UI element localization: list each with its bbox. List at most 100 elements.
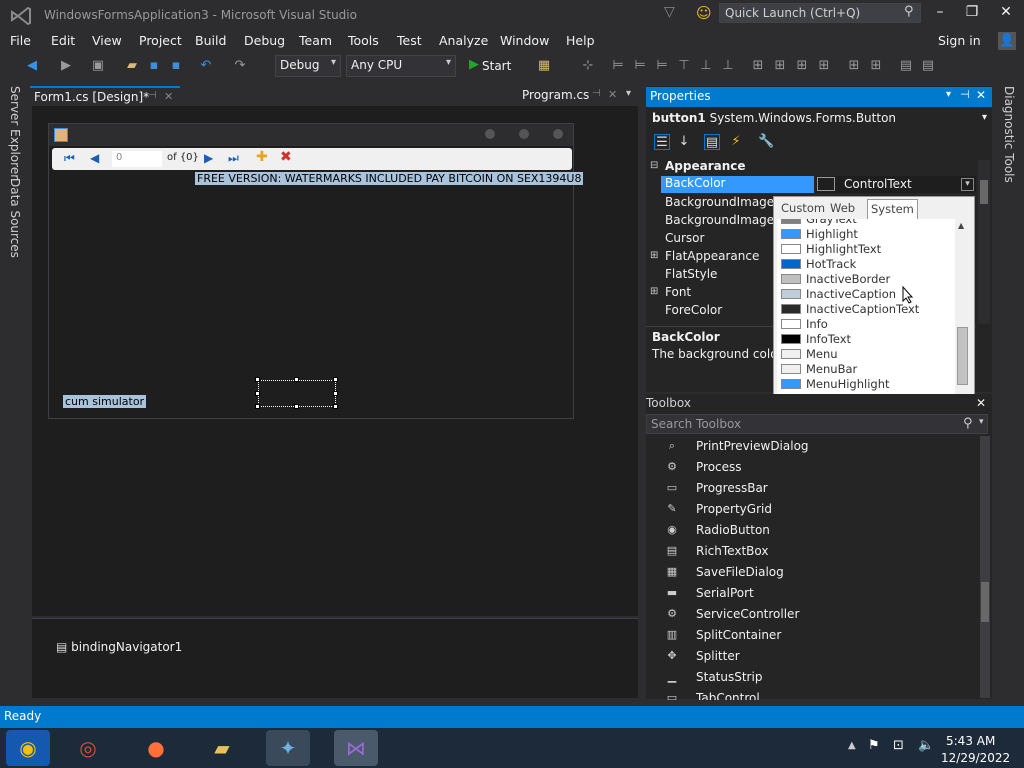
toolbox-item[interactable]: ◉ RadioButton [660, 521, 980, 542]
resize-handle[interactable] [255, 404, 260, 409]
chevron-down-icon[interactable]: ▾ [979, 417, 984, 427]
delete-icon[interactable]: ✖ [280, 149, 292, 165]
maximize-button[interactable]: ❐ [960, 4, 984, 24]
platform-combo[interactable]: Any CPU ▾ [346, 55, 456, 77]
resize-handle[interactable] [255, 377, 260, 382]
add-new-icon[interactable]: ✚ [256, 149, 268, 165]
tab-form1-design[interactable]: Form1.cs [Design]* ⊣ ✕ [30, 86, 180, 106]
prop-flatstyle[interactable]: FlatStyle [665, 267, 717, 285]
tab-program-cs[interactable]: Program.cs ⊣ ✕ ▾ [522, 88, 631, 102]
color-item[interactable]: HotTrack [778, 257, 954, 272]
prop-backcolor[interactable]: BackColor [661, 176, 814, 193]
color-item[interactable]: InactiveBorder [778, 272, 954, 287]
tray-binding-navigator[interactable]: ▤ bindingNavigator1 [56, 640, 182, 654]
color-item[interactable]: Highlight [778, 227, 954, 242]
alphabetical-icon[interactable]: ↓ [676, 134, 692, 150]
menu-window[interactable]: Window [500, 33, 549, 48]
pin-icon[interactable]: ⊣ [592, 88, 601, 99]
toolbox-scrollbar-thumb[interactable] [981, 582, 989, 622]
toolbox-item[interactable]: ▬ SerialPort [660, 584, 980, 605]
send-back-icon[interactable]: ▤ [920, 58, 936, 74]
app-icon[interactable]: ✦ [266, 730, 310, 766]
spacing-2-icon[interactable]: ⊞ [816, 58, 832, 74]
close-tab-icon[interactable]: ✕ [164, 90, 173, 103]
show-hidden-icons-icon[interactable]: ▲ [848, 740, 856, 751]
toolbox-scrollbar[interactable] [980, 436, 990, 698]
resize-handle[interactable] [255, 391, 260, 396]
toolbox-item[interactable]: ▭ ProgressBar [660, 479, 980, 500]
menu-test[interactable]: Test [397, 33, 422, 48]
save-icon[interactable]: ▪ [146, 58, 162, 74]
scrollbar-thumb[interactable] [957, 327, 968, 385]
align-grid-icon[interactable]: ⊹ [580, 58, 596, 74]
property-pages-icon[interactable]: 🔧 [758, 134, 774, 150]
resize-handle[interactable] [294, 404, 299, 409]
close-button[interactable]: ✕ [994, 4, 1018, 24]
start-play-icon[interactable]: ▶ [466, 57, 482, 73]
color-list-scrollbar[interactable]: ▲ ▼ [956, 219, 970, 412]
volume-icon[interactable]: 🔈 [918, 738, 934, 753]
button1-selected[interactable] [258, 380, 336, 407]
undo-icon[interactable]: ↶ [198, 58, 214, 74]
filter-icon[interactable]: ▽ [664, 4, 675, 20]
open-file-icon[interactable]: ▰ [124, 58, 140, 74]
resize-handle[interactable] [333, 377, 338, 382]
quick-launch-input[interactable]: Quick Launch (Ctrl+Q) ⚲ [719, 3, 921, 23]
toolbox-item[interactable]: ▥ SplitContainer [660, 626, 980, 647]
redo-icon[interactable]: ↷ [232, 58, 248, 74]
server-explorer-tab[interactable]: Server Explorer [8, 86, 22, 179]
menu-analyze[interactable]: Analyze [439, 33, 488, 48]
start-button[interactable]: Start [482, 59, 511, 73]
menu-edit[interactable]: Edit [51, 33, 75, 48]
align-left-icon[interactable]: ⊨ [610, 58, 626, 74]
color-item[interactable]: HighlightText [778, 242, 954, 257]
file-explorer-icon[interactable]: ▰ [200, 730, 244, 766]
color-item[interactable]: InactiveCaption [778, 287, 954, 302]
color-item[interactable]: MenuHighlight [778, 377, 954, 392]
make-same-size-icon[interactable]: ⊞ [750, 58, 766, 74]
resize-handle[interactable] [333, 404, 338, 409]
align-bottom-icon[interactable]: ⊥ [720, 58, 736, 74]
diagnostic-tools-tab[interactable]: Diagnostic Tools [1002, 86, 1016, 183]
prop-backgroundimage[interactable]: BackgroundImage [665, 195, 774, 213]
size-to-grid-icon[interactable]: ⊞ [772, 58, 788, 74]
back-icon[interactable]: ◀ [24, 58, 40, 74]
color-item[interactable]: Info [778, 317, 954, 332]
watermark-label[interactable]: FREE VERSION: WATERMARKS INCLUDED PAY BI… [195, 172, 584, 185]
sign-in-link[interactable]: Sign in [938, 33, 981, 48]
scroll-up-icon[interactable]: ▲ [958, 221, 964, 230]
move-last-icon[interactable]: ⏭ [228, 151, 239, 166]
menu-help[interactable]: Help [566, 33, 595, 48]
center-vertical-icon[interactable]: ⊞ [868, 58, 884, 74]
color-item[interactable]: MenuBar [778, 362, 954, 377]
toolbox-item[interactable]: ▦ SaveFileDialog [660, 563, 980, 584]
prop-backgroundimagelayout[interactable]: BackgroundImageLa [665, 213, 788, 231]
color-item[interactable]: InactiveCaptionText [778, 302, 954, 317]
align-right-icon[interactable]: ⊨ [654, 58, 670, 74]
prop-flatappearance[interactable]: FlatAppearance [665, 249, 759, 267]
config-combo[interactable]: Debug ▾ [275, 55, 341, 77]
expand-icon[interactable]: ⊞ [650, 250, 658, 261]
expand-icon[interactable]: ⊞ [650, 286, 658, 297]
properties-icon[interactable]: ▤ [704, 134, 720, 150]
menu-file[interactable]: File [10, 33, 31, 48]
firefox-icon[interactable]: ● [134, 730, 178, 766]
toolbox-item[interactable]: ⌕ PrintPreviewDialog [660, 437, 980, 458]
media-player-icon[interactable]: ◉ [6, 730, 50, 766]
align-center-icon[interactable]: ⊨ [632, 58, 648, 74]
categorized-icon[interactable]: ☰ [654, 134, 670, 150]
color-item[interactable]: InfoText [778, 332, 954, 347]
toolbox-item[interactable]: ▤ RichTextBox [660, 542, 980, 563]
clock-time[interactable]: 5:43 AM [946, 734, 995, 748]
close-icon[interactable]: ✕ [976, 396, 986, 410]
resize-handle[interactable] [294, 377, 299, 382]
position-textbox[interactable]: 0 [112, 151, 162, 167]
prop-font[interactable]: Font [665, 285, 691, 303]
network-icon[interactable]: ⊡ [893, 738, 904, 753]
data-sources-tab[interactable]: Data Sources [8, 178, 22, 258]
toolbox-item[interactable]: ✎ PropertyGrid [660, 500, 980, 521]
prop-forecolor[interactable]: ForeColor [665, 303, 722, 321]
tab-web[interactable]: Web [827, 199, 858, 219]
center-horizontal-icon[interactable]: ⊞ [846, 58, 862, 74]
chrome-icon[interactable]: ◎ [66, 730, 110, 766]
